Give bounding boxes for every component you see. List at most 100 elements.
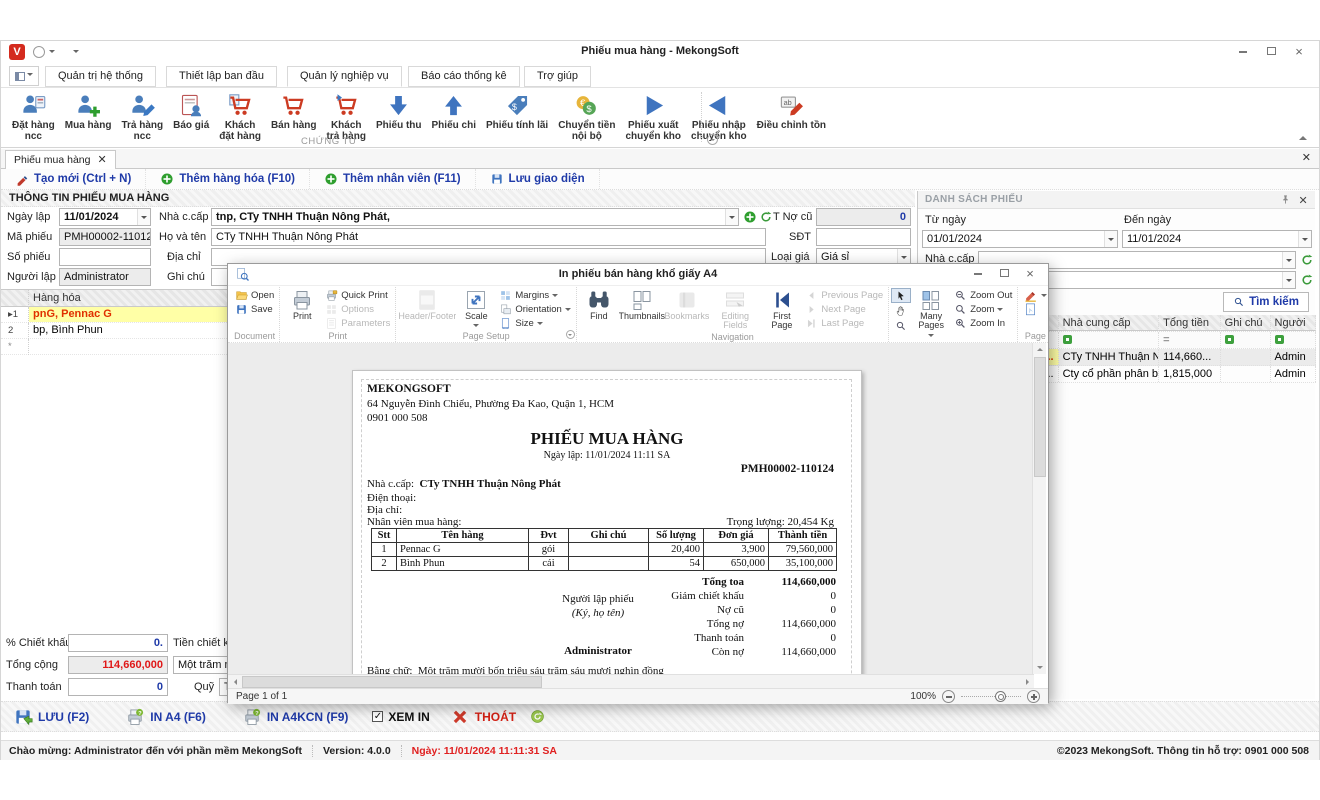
hand-button[interactable] xyxy=(891,303,911,318)
margins-button[interactable]: Margins xyxy=(496,288,573,302)
zoom-out-button[interactable]: Zoom Out xyxy=(951,288,1015,302)
quick-print-button[interactable]: Quick Print xyxy=(322,288,393,302)
action-3[interactable]: Lưu giao diện xyxy=(476,169,600,189)
luu-button[interactable]: LƯU (F2) xyxy=(13,707,89,727)
thumbnails-button[interactable]: Thumbnails xyxy=(619,287,665,321)
nha-ccap-field[interactable]: tnp, CTy TNHH Thuận Nông Phát, xyxy=(211,208,739,226)
thanh-toan-field[interactable]: 0 xyxy=(68,678,168,696)
panel-close-icon[interactable]: ✕ xyxy=(1298,193,1308,210)
page-color-button[interactable] xyxy=(1020,288,1048,302)
tool-money-transfer[interactable]: €$Chuyển tiền nội bộ xyxy=(553,90,620,142)
column-header-4[interactable]: Người xyxy=(1271,315,1316,331)
margins-icon xyxy=(499,289,512,302)
column-header-3[interactable]: Ghi chú xyxy=(1221,315,1271,331)
column-header-2[interactable]: Tổng tiền xyxy=(1159,315,1220,331)
add-supplier-icon[interactable] xyxy=(743,210,757,224)
find-button[interactable]: Find xyxy=(579,287,619,321)
tool-purchase[interactable]: Mua hàng xyxy=(60,90,117,131)
tool-stock-adjust[interactable]: abĐiều chỉnh tồn xyxy=(752,90,831,131)
save-button[interactable]: Save xyxy=(232,302,277,316)
tu-ngay-field[interactable]: 01/01/2024 xyxy=(922,230,1118,248)
menu-tab-4[interactable]: Trợ giúp xyxy=(524,66,591,87)
tool-quote[interactable]: Báo giá xyxy=(168,90,214,131)
tim-kiem-button[interactable]: Tìm kiếm xyxy=(1223,292,1309,312)
magnifier-button[interactable] xyxy=(891,318,911,333)
in-a4-button[interactable]: ? IN A4 (F6) xyxy=(125,707,206,727)
filter-cell-3[interactable] xyxy=(1221,332,1271,348)
watermark-button[interactable]: A xyxy=(1020,302,1048,316)
print-button[interactable]: Print xyxy=(282,287,322,321)
action-1[interactable]: Thêm hàng hóa (F10) xyxy=(146,169,310,189)
menu-tab-1[interactable]: Thiết lập ban đầu xyxy=(166,66,277,87)
ribbon-menu-button[interactable] xyxy=(9,66,39,86)
refresh-supplier-icon[interactable] xyxy=(759,210,773,224)
filter-cell-2[interactable]: = xyxy=(1159,332,1220,348)
close-button[interactable]: × xyxy=(1287,44,1311,60)
many-pages-button[interactable]: Many Pages xyxy=(911,287,951,340)
tool-warehouse-out[interactable]: Phiếu xuất chuyển kho xyxy=(620,90,686,142)
sp-refresh-icon[interactable] xyxy=(1300,253,1314,267)
sp-refresh2-icon[interactable] xyxy=(1300,273,1314,287)
in-a4kcn-button[interactable]: ? IN A4KCN (F9) xyxy=(242,707,349,727)
tool-supplier-order[interactable]: Đặt hàng ncc xyxy=(7,90,60,142)
preview-horizontal-scrollbar[interactable] xyxy=(228,674,1034,688)
tool-warehouse-in[interactable]: Phiếu nhập chuyển kho xyxy=(686,90,752,142)
tool-interest[interactable]: $Phiếu tính lãi xyxy=(481,90,553,131)
thoat-button[interactable]: THOÁT xyxy=(450,707,516,727)
hand-icon xyxy=(895,305,907,317)
tool-receipt-out[interactable]: Phiếu chi xyxy=(427,90,481,131)
zoom-in-button[interactable] xyxy=(1027,690,1040,703)
tab-phieu-mua-hang[interactable]: Phiếu mua hàng ✕ xyxy=(5,150,116,169)
refresh-circle-icon[interactable] xyxy=(530,709,545,724)
orientation-button[interactable]: Orientation xyxy=(496,302,573,316)
maximize-button[interactable] xyxy=(1259,44,1283,60)
button-label: Last Page xyxy=(821,318,864,329)
action-2[interactable]: Thêm nhân viên (F11) xyxy=(310,169,476,189)
dialog-maximize-button[interactable] xyxy=(992,266,1016,282)
group-label: Page B... xyxy=(1020,330,1048,342)
menu-tab-0[interactable]: Quản trị hệ thống xyxy=(45,66,156,87)
tabstrip-close-icon[interactable]: ✕ xyxy=(1302,151,1311,164)
thanh-toan-label: Thanh toán xyxy=(6,678,62,696)
page-setup-dialog-launcher-icon[interactable] xyxy=(566,330,575,339)
toolbar-group-zoom: Many PagesZoom OutZoomZoom InZoom xyxy=(889,287,1018,342)
den-ngay-field[interactable]: 11/01/2024 xyxy=(1122,230,1312,248)
zoom-out-button[interactable] xyxy=(942,690,955,703)
form-section-title: THÔNG TIN PHIẾU MUA HÀNG xyxy=(1,190,915,207)
dialog-minimize-button[interactable] xyxy=(966,266,990,282)
group-dialog-launcher-icon[interactable] xyxy=(707,134,718,145)
zoom-slider-knob[interactable] xyxy=(995,691,1006,702)
action-0[interactable]: Tạo mới (Ctrl + N) xyxy=(1,169,146,189)
xem-in-checkbox[interactable]: ✓ XEM IN xyxy=(372,710,429,724)
zoom-slider[interactable] xyxy=(961,696,1021,697)
tool-customer-order[interactable]: Khách đặt hàng xyxy=(214,90,266,142)
scale-button[interactable]: Scale xyxy=(456,287,496,330)
button-label: Next Page xyxy=(821,304,865,315)
zoom-button[interactable]: Zoom xyxy=(951,302,1015,316)
tab-close-icon[interactable]: ✕ xyxy=(97,151,106,169)
so-phieu-field[interactable] xyxy=(59,248,151,266)
ribbon-collapse-icon[interactable] xyxy=(1299,132,1307,140)
filter-cell-1[interactable] xyxy=(1059,332,1160,348)
zoom-in-button[interactable]: Zoom In xyxy=(951,316,1015,330)
ho-ten-field[interactable]: CTy TNHH Thuận Nông Phát xyxy=(211,228,766,246)
pin-icon[interactable] xyxy=(1280,194,1291,205)
minimize-button[interactable] xyxy=(1231,44,1255,60)
column-header-1[interactable]: Nhà cung cấp xyxy=(1059,315,1160,331)
size-button[interactable]: Size xyxy=(496,316,573,330)
pointer-button[interactable] xyxy=(891,288,911,303)
tool-supplier-return[interactable]: Trả hàng ncc xyxy=(116,90,168,142)
tool-customer-return[interactable]: Khách trả hàng xyxy=(322,90,371,142)
chiet-khau-field[interactable]: 0. xyxy=(68,634,168,652)
open-button[interactable]: Open xyxy=(232,288,277,302)
first-page-button[interactable]: First Page xyxy=(761,287,802,331)
tool-sell[interactable]: Bán hàng xyxy=(266,90,322,131)
sdt-field[interactable] xyxy=(816,228,911,246)
dialog-close-button[interactable]: × xyxy=(1018,266,1042,282)
ngay-lap-field[interactable]: 11/01/2024 xyxy=(59,208,151,226)
tool-receipt-in[interactable]: Phiếu thu xyxy=(371,90,427,131)
menu-tab-2[interactable]: Quản lý nghiệp vụ xyxy=(287,66,402,87)
preview-vertical-scrollbar[interactable] xyxy=(1032,343,1046,674)
filter-cell-4[interactable] xyxy=(1271,332,1316,348)
menu-tab-3[interactable]: Báo cáo thống kê xyxy=(408,66,520,87)
